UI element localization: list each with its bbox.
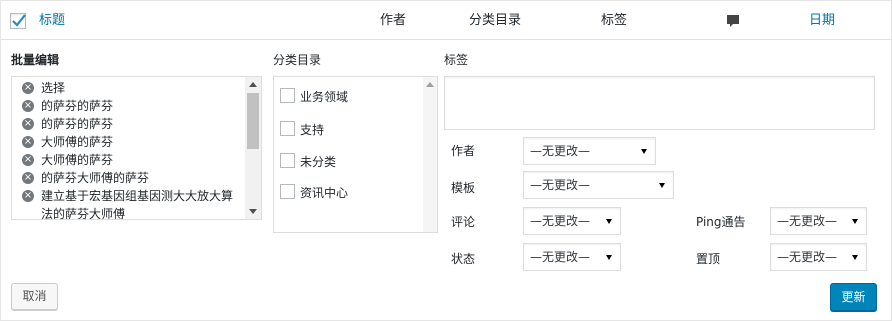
column-tags-header: 标签 bbox=[601, 13, 628, 28]
checkmark-icon bbox=[12, 14, 26, 27]
status-select-value: —无更改— bbox=[530, 250, 591, 264]
list-item: 法的萨芬大师傅 bbox=[41, 207, 126, 220]
category-label: 未分类 bbox=[300, 155, 337, 169]
remove-icon[interactable]: × bbox=[22, 190, 34, 202]
list-item: 的萨芬大师傅的萨芬 bbox=[41, 171, 150, 185]
comment-bubble-icon bbox=[725, 13, 741, 34]
sticky-select-value: —无更改— bbox=[777, 250, 838, 264]
category-checkbox[interactable] bbox=[280, 88, 295, 103]
column-date-header[interactable]: 日期 bbox=[809, 13, 835, 29]
ping-select-value: —无更改— bbox=[777, 214, 838, 228]
chevron-down-icon bbox=[852, 219, 858, 224]
chevron-down-icon bbox=[606, 219, 612, 224]
chevron-down-icon bbox=[606, 255, 612, 260]
remove-icon[interactable]: × bbox=[22, 82, 34, 94]
category-checklist: 业务领域 支持 未分类 资讯中心 bbox=[273, 76, 438, 233]
status-label: 状态 bbox=[451, 252, 476, 266]
sticky-label: 置顶 bbox=[696, 252, 721, 266]
select-all-checkbox[interactable] bbox=[10, 13, 26, 29]
sticky-select[interactable]: —无更改— bbox=[770, 243, 867, 271]
list-item: 建立基于宏基因组基因测大大放大算 bbox=[41, 189, 234, 203]
author-label: 作者 bbox=[451, 144, 476, 158]
ping-label: Ping通告 bbox=[696, 215, 746, 229]
column-author-header: 作者 bbox=[380, 13, 407, 28]
list-item: 的萨芬的萨芬 bbox=[41, 117, 114, 131]
comments-label: 评论 bbox=[451, 215, 476, 229]
post-list-scrollbar[interactable] bbox=[245, 77, 261, 219]
cancel-button[interactable]: 取消 bbox=[11, 283, 58, 310]
category-checkbox[interactable] bbox=[280, 121, 295, 136]
scroll-up-icon[interactable] bbox=[249, 82, 257, 87]
comments-select-value: —无更改— bbox=[530, 214, 591, 228]
comments-select[interactable]: —无更改— bbox=[523, 207, 621, 235]
scroll-up-icon[interactable] bbox=[426, 82, 434, 87]
tags-title: 标签 bbox=[444, 53, 469, 67]
ping-select[interactable]: —无更改— bbox=[770, 207, 867, 235]
remove-icon[interactable]: × bbox=[22, 154, 34, 166]
category-label: 资讯中心 bbox=[300, 186, 349, 200]
table-header-row: 标题 作者 分类目录 标签 日期 bbox=[1, 1, 891, 40]
scroll-down-icon[interactable] bbox=[249, 209, 257, 214]
tags-textarea[interactable] bbox=[444, 76, 875, 130]
update-button[interactable]: 更新 bbox=[830, 283, 877, 311]
column-categories-header: 分类目录 bbox=[469, 13, 522, 28]
author-select-value: —无更改— bbox=[530, 144, 591, 158]
chevron-down-icon bbox=[852, 255, 858, 260]
bulk-edit-title: 批量编辑 bbox=[11, 53, 60, 67]
category-label: 支持 bbox=[300, 123, 325, 137]
bulk-edit-container: 标题 作者 分类目录 标签 日期 批量编辑 分类目录 标签 × 选择 × 的萨芬… bbox=[0, 0, 892, 321]
list-item: 选择 bbox=[41, 81, 66, 95]
remove-icon[interactable]: × bbox=[22, 118, 34, 130]
list-item: 大师傅的萨芬 bbox=[41, 153, 114, 167]
category-checkbox[interactable] bbox=[280, 153, 295, 168]
column-title-header[interactable]: 标题 bbox=[39, 13, 65, 29]
category-checkbox[interactable] bbox=[280, 184, 295, 199]
scroll-thumb[interactable] bbox=[247, 93, 259, 149]
category-label: 业务领域 bbox=[300, 90, 349, 104]
remove-icon[interactable]: × bbox=[22, 136, 34, 148]
list-item: 的萨芬的萨芬 bbox=[41, 99, 114, 113]
categories-title: 分类目录 bbox=[273, 53, 322, 67]
bulk-edit-post-list[interactable]: × 选择 × 的萨芬的萨芬 × 的萨芬的萨芬 × 大师傅的萨芬 × 大师傅的萨芬… bbox=[11, 76, 262, 220]
chevron-down-icon bbox=[641, 149, 647, 154]
list-item: 大师傅的萨芬 bbox=[41, 135, 114, 149]
template-label: 模板 bbox=[451, 181, 476, 195]
author-select[interactable]: —无更改— bbox=[523, 137, 656, 165]
status-select[interactable]: —无更改— bbox=[523, 243, 621, 271]
template-select-value: —无更改— bbox=[530, 178, 591, 192]
category-scrollbar[interactable] bbox=[423, 77, 437, 232]
chevron-down-icon bbox=[659, 183, 665, 188]
template-select[interactable]: —无更改— bbox=[523, 171, 674, 199]
remove-icon[interactable]: × bbox=[22, 172, 34, 184]
remove-icon[interactable]: × bbox=[22, 100, 34, 112]
